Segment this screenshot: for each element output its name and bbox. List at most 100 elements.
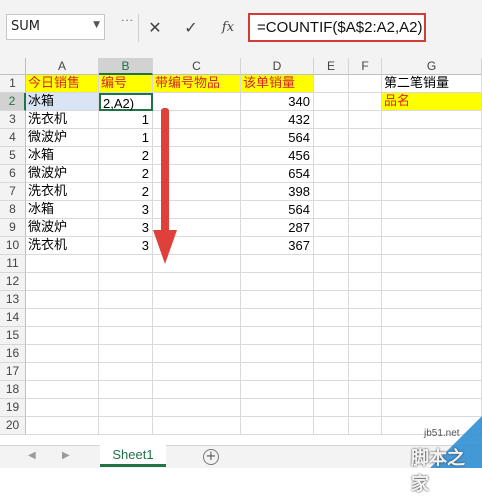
- add-sheet-icon[interactable]: +: [203, 449, 219, 465]
- cell-e8[interactable]: [314, 201, 349, 219]
- cell-b2[interactable]: 2,A2): [99, 93, 153, 111]
- cell-a9[interactable]: 微波炉: [26, 219, 99, 237]
- cell-e10[interactable]: [314, 237, 349, 255]
- cell-f5[interactable]: [349, 147, 382, 165]
- row-header-13[interactable]: 13: [0, 291, 26, 309]
- cell-g13[interactable]: [382, 291, 482, 309]
- cell-f18[interactable]: [349, 381, 382, 399]
- cell-b13[interactable]: [99, 291, 153, 309]
- cell-e17[interactable]: [314, 363, 349, 381]
- cell-f14[interactable]: [349, 309, 382, 327]
- cell-a16[interactable]: [26, 345, 99, 363]
- row-header-20[interactable]: 20: [0, 417, 26, 435]
- row-header-8[interactable]: 8: [0, 201, 26, 219]
- cell-g10[interactable]: [382, 237, 482, 255]
- cell-e15[interactable]: [314, 327, 349, 345]
- cell-a7[interactable]: 洗衣机: [26, 183, 99, 201]
- cell-b9[interactable]: 3: [99, 219, 153, 237]
- cell-b14[interactable]: [99, 309, 153, 327]
- cell-f7[interactable]: [349, 183, 382, 201]
- cell-a6[interactable]: 微波炉: [26, 165, 99, 183]
- cell-c15[interactable]: [153, 327, 241, 345]
- cell-e11[interactable]: [314, 255, 349, 273]
- cell-b15[interactable]: [99, 327, 153, 345]
- row-header-2[interactable]: 2: [0, 93, 26, 111]
- cell-f3[interactable]: [349, 111, 382, 129]
- cell-c14[interactable]: [153, 309, 241, 327]
- cell-g9[interactable]: [382, 219, 482, 237]
- row-header-7[interactable]: 7: [0, 183, 26, 201]
- cell-e9[interactable]: [314, 219, 349, 237]
- cell-g12[interactable]: [382, 273, 482, 291]
- cell-f19[interactable]: [349, 399, 382, 417]
- cell-d3[interactable]: 432: [241, 111, 314, 129]
- cell-d4[interactable]: 564: [241, 129, 314, 147]
- cell-e13[interactable]: [314, 291, 349, 309]
- formula-input[interactable]: =COUNTIF($A$2:A2,A2): [248, 13, 426, 42]
- row-header-6[interactable]: 6: [0, 165, 26, 183]
- cell-d12[interactable]: [241, 273, 314, 291]
- cell-d20[interactable]: [241, 417, 314, 435]
- cell-a3[interactable]: 洗衣机: [26, 111, 99, 129]
- row-header-3[interactable]: 3: [0, 111, 26, 129]
- cell-e5[interactable]: [314, 147, 349, 165]
- cell-a8[interactable]: 冰箱: [26, 201, 99, 219]
- cell-c1[interactable]: 带编号物品: [153, 75, 241, 93]
- cell-e4[interactable]: [314, 129, 349, 147]
- cell-e20[interactable]: [314, 417, 349, 435]
- cell-d10[interactable]: 367: [241, 237, 314, 255]
- cell-e19[interactable]: [314, 399, 349, 417]
- column-header-g[interactable]: G: [382, 58, 482, 75]
- cell-f17[interactable]: [349, 363, 382, 381]
- cell-b10[interactable]: 3: [99, 237, 153, 255]
- cell-a13[interactable]: [26, 291, 99, 309]
- cell-e12[interactable]: [314, 273, 349, 291]
- cell-a15[interactable]: [26, 327, 99, 345]
- row-header-12[interactable]: 12: [0, 273, 26, 291]
- cell-d5[interactable]: 456: [241, 147, 314, 165]
- row-header-15[interactable]: 15: [0, 327, 26, 345]
- name-box[interactable]: SUM ▼: [6, 14, 105, 40]
- cell-g17[interactable]: [382, 363, 482, 381]
- cell-d8[interactable]: 564: [241, 201, 314, 219]
- cell-c18[interactable]: [153, 381, 241, 399]
- cell-d7[interactable]: 398: [241, 183, 314, 201]
- column-header-e[interactable]: E: [314, 58, 349, 75]
- row-header-16[interactable]: 16: [0, 345, 26, 363]
- cell-f8[interactable]: [349, 201, 382, 219]
- cell-a12[interactable]: [26, 273, 99, 291]
- cell-e2[interactable]: [314, 93, 349, 111]
- cell-g6[interactable]: [382, 165, 482, 183]
- cell-f15[interactable]: [349, 327, 382, 345]
- cell-g11[interactable]: [382, 255, 482, 273]
- cell-e18[interactable]: [314, 381, 349, 399]
- cell-e6[interactable]: [314, 165, 349, 183]
- row-header-19[interactable]: 19: [0, 399, 26, 417]
- cell-c16[interactable]: [153, 345, 241, 363]
- next-sheet-icon[interactable]: ▶: [62, 450, 70, 461]
- cell-a19[interactable]: [26, 399, 99, 417]
- cancel-formula-button[interactable]: ✕: [142, 14, 168, 40]
- cell-a10[interactable]: 洗衣机: [26, 237, 99, 255]
- row-header-10[interactable]: 10: [0, 237, 26, 255]
- cell-f2[interactable]: [349, 93, 382, 111]
- cell-f13[interactable]: [349, 291, 382, 309]
- cell-g8[interactable]: [382, 201, 482, 219]
- cell-b17[interactable]: [99, 363, 153, 381]
- cell-b18[interactable]: [99, 381, 153, 399]
- cell-d14[interactable]: [241, 309, 314, 327]
- cell-b20[interactable]: [99, 417, 153, 435]
- row-header-14[interactable]: 14: [0, 309, 26, 327]
- cell-e1[interactable]: [314, 75, 349, 93]
- cell-b5[interactable]: 2: [99, 147, 153, 165]
- cell-b12[interactable]: [99, 273, 153, 291]
- cell-d15[interactable]: [241, 327, 314, 345]
- row-header-17[interactable]: 17: [0, 363, 26, 381]
- cell-a4[interactable]: 微波炉: [26, 129, 99, 147]
- row-header-4[interactable]: 4: [0, 129, 26, 147]
- cell-f20[interactable]: [349, 417, 382, 435]
- cell-c12[interactable]: [153, 273, 241, 291]
- cell-g4[interactable]: [382, 129, 482, 147]
- cell-f10[interactable]: [349, 237, 382, 255]
- cell-c17[interactable]: [153, 363, 241, 381]
